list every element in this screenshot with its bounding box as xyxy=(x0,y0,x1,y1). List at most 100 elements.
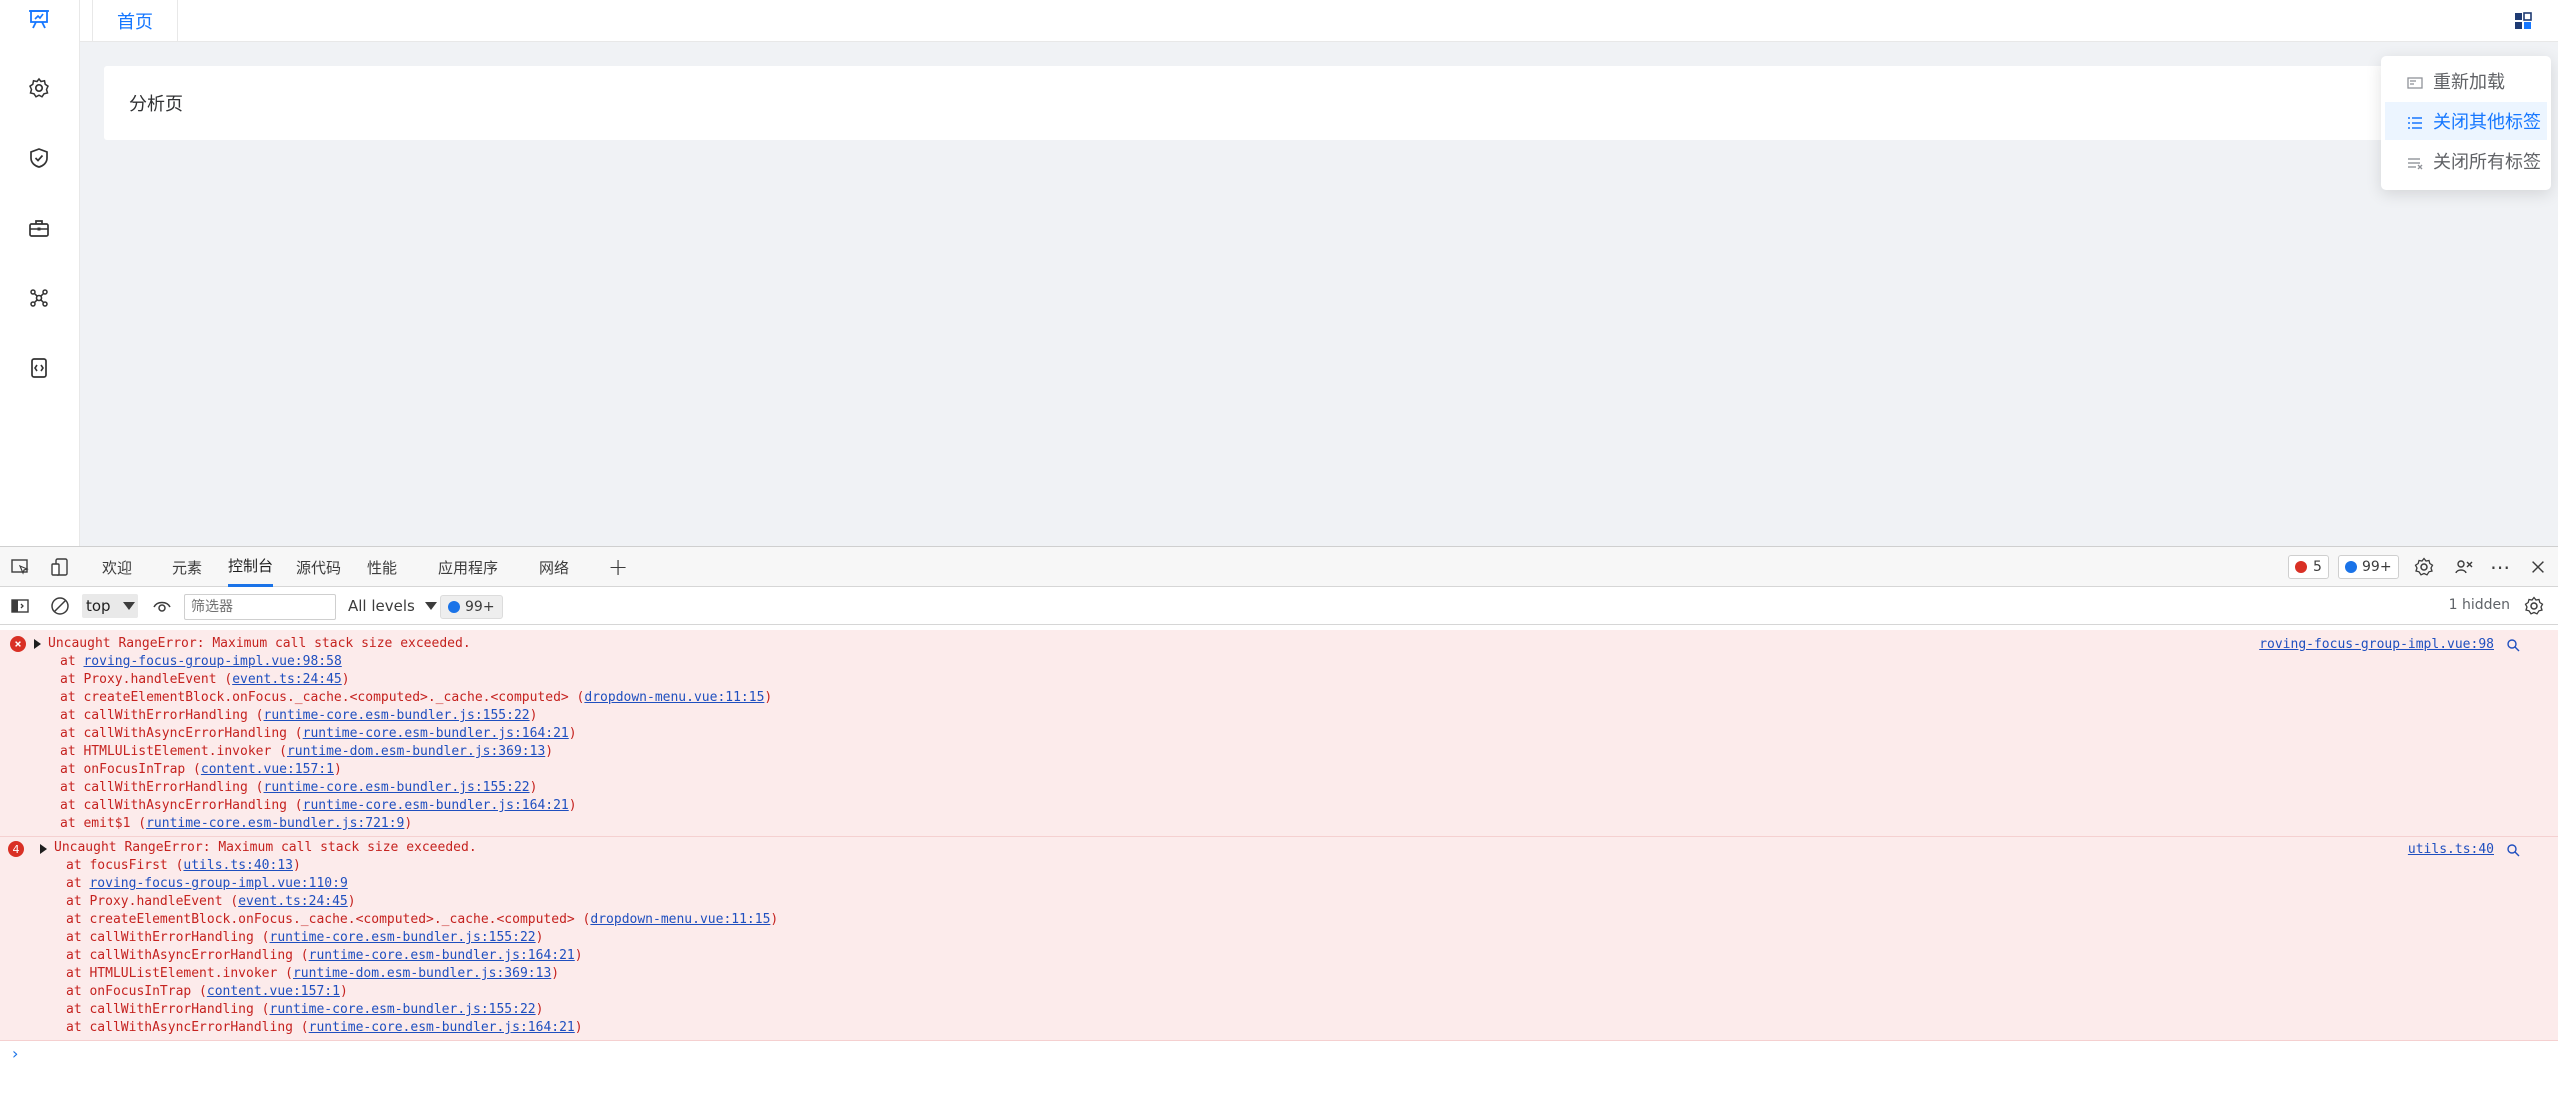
gear-icon[interactable] xyxy=(20,69,58,107)
search-icon[interactable] xyxy=(2506,638,2520,652)
menu-item-label: 关闭所有标签 xyxy=(2433,152,2541,173)
stack-frame-link[interactable]: runtime-core.esm-bundler.js:155:22 xyxy=(270,930,536,945)
tab-dropdown-menu: 重新加载 关闭其他标签 关闭所有标签 xyxy=(2381,56,2551,190)
stack-frame-function: at createElementBlock.onFocus._cache.<co… xyxy=(66,912,591,927)
context-select[interactable]: top xyxy=(82,594,138,618)
bracket-icon[interactable] xyxy=(20,349,58,387)
stack-frame-link[interactable]: content.vue:157:1 xyxy=(207,984,340,999)
stack-frame-link[interactable]: runtime-core.esm-bundler.js:155:22 xyxy=(264,780,530,795)
issues-count: 99+ xyxy=(465,599,495,615)
stack-frame-suffix: ) xyxy=(404,816,413,831)
stack-frame-suffix: ) xyxy=(535,1002,544,1017)
live-expression-eye-icon[interactable] xyxy=(150,594,174,618)
chevron-down-icon xyxy=(424,602,437,610)
stack-frame-link[interactable]: runtime-core.esm-bundler.js:164:21 xyxy=(303,798,569,813)
stack-frame-link[interactable]: utils.ts:40:13 xyxy=(183,858,293,873)
tab-application[interactable]: 应用程序 xyxy=(438,547,498,587)
stack-frame-suffix: ) xyxy=(347,894,356,909)
sidebar-toggle-icon[interactable] xyxy=(8,594,32,618)
stack-frame-function: at onFocusInTrap ( xyxy=(60,762,201,777)
menu-item-close-others[interactable]: 关闭其他标签 xyxy=(2385,102,2547,140)
stack-frame-link[interactable]: runtime-core.esm-bundler.js:155:22 xyxy=(270,1002,536,1017)
more-options-icon[interactable]: ⋯ xyxy=(2488,555,2512,579)
stack-frame-link[interactable]: dropdown-menu.vue:11:15 xyxy=(584,690,764,705)
grid-menu-icon[interactable] xyxy=(2510,8,2536,34)
stack-frame-link[interactable]: runtime-core.esm-bundler.js:155:22 xyxy=(264,708,530,723)
network-icon[interactable] xyxy=(20,279,58,317)
stack-frame-link[interactable]: content.vue:157:1 xyxy=(201,762,334,777)
console-settings-gear-icon[interactable] xyxy=(2522,594,2546,618)
shield-check-icon[interactable] xyxy=(20,139,58,177)
stack-frame-function: at callWithAsyncErrorHandling ( xyxy=(66,948,309,963)
menu-item-label: 关闭其他标签 xyxy=(2433,112,2541,133)
app-window: 首页 分析页 重新加载 关闭其他标签 关闭所有标签 xyxy=(0,0,2558,546)
stack-frame-suffix: ) xyxy=(568,798,577,813)
stack-frame-link[interactable]: dropdown-menu.vue:11:15 xyxy=(590,912,770,927)
stack-frame: at callWithAsyncErrorHandling (runtime-c… xyxy=(66,1019,2558,1037)
menu-item-label: 重新加载 xyxy=(2433,72,2505,93)
tab-home[interactable]: 首页 xyxy=(92,0,178,42)
toolbox-icon[interactable] xyxy=(20,209,58,247)
error-icon xyxy=(2295,561,2307,573)
stack-frame: at roving-focus-group-impl.vue:98:58 xyxy=(60,653,2558,671)
message-count-badge[interactable]: 99+ xyxy=(2338,555,2399,579)
stack-frame-link[interactable]: event.ts:24:45 xyxy=(232,672,342,687)
stack-frame-link[interactable]: runtime-core.esm-bundler.js:164:21 xyxy=(303,726,569,741)
stack-frame-suffix: ) xyxy=(568,726,577,741)
stack-frame-link[interactable]: runtime-dom.esm-bundler.js:369:13 xyxy=(287,744,545,759)
stack-frame-link[interactable]: runtime-dom.esm-bundler.js:369:13 xyxy=(293,966,551,981)
reload-tab-icon xyxy=(2407,74,2423,89)
tab-elements[interactable]: 元素 xyxy=(172,547,202,587)
stack-frame: at Proxy.handleEvent (event.ts:24:45) xyxy=(60,671,2558,689)
stack-frame-suffix: ) xyxy=(574,948,583,963)
source-link[interactable]: utils.ts:40 xyxy=(2408,842,2494,857)
error-count-badge[interactable]: 5 xyxy=(2288,555,2329,579)
tab-welcome[interactable]: 欢迎 xyxy=(102,547,132,587)
issues-count-badge[interactable]: 99+ xyxy=(440,595,503,619)
stack-frame-suffix: ) xyxy=(529,780,538,795)
stack-frame-link[interactable]: roving-focus-group-impl.vue:110:9 xyxy=(89,876,347,891)
stack-frame: at callWithAsyncErrorHandling (runtime-c… xyxy=(66,947,2558,965)
stack-frame-link[interactable]: runtime-core.esm-bundler.js:721:9 xyxy=(146,816,404,831)
device-emulation-icon[interactable] xyxy=(48,555,72,579)
stack-frame-function: at callWithAsyncErrorHandling ( xyxy=(66,1020,309,1035)
log-levels-select[interactable]: All levels xyxy=(348,594,437,618)
stack-frame-link[interactable]: runtime-core.esm-bundler.js:164:21 xyxy=(309,948,575,963)
stack-frame-function: at focusFirst ( xyxy=(66,858,184,873)
menu-item-close-all[interactable]: 关闭所有标签 xyxy=(2385,142,2547,180)
stack-frame-function: at xyxy=(60,654,84,669)
inspect-element-icon[interactable] xyxy=(8,555,32,579)
presentation-icon[interactable] xyxy=(20,0,58,38)
add-tab-button[interactable]: + xyxy=(608,547,628,587)
stack-frame-function: at callWithErrorHandling ( xyxy=(60,780,264,795)
stack-frame-link[interactable]: roving-focus-group-impl.vue:98:58 xyxy=(83,654,341,669)
tab-console[interactable]: 控制台 xyxy=(228,547,274,587)
menu-item-reload[interactable]: 重新加载 xyxy=(2385,62,2547,100)
filter-input[interactable] xyxy=(184,594,336,620)
settings-gear-icon[interactable] xyxy=(2412,555,2436,579)
stack-frame-link[interactable]: runtime-core.esm-bundler.js:164:21 xyxy=(309,1020,575,1035)
close-devtools-icon[interactable] xyxy=(2526,555,2550,579)
stack-frame: at callWithErrorHandling (runtime-core.e… xyxy=(60,779,2558,797)
console-prompt[interactable]: › xyxy=(12,1044,18,1063)
source-link[interactable]: roving-focus-group-impl.vue:98 xyxy=(2259,637,2494,652)
search-icon[interactable] xyxy=(2506,843,2520,857)
stack-frame-link[interactable]: event.ts:24:45 xyxy=(238,894,348,909)
stack-frame-suffix: ) xyxy=(333,762,342,777)
tab-bar: 首页 xyxy=(80,0,2558,42)
stack-frame-suffix: ) xyxy=(545,744,554,759)
message-icon xyxy=(2345,561,2357,573)
stack-frame-suffix: ) xyxy=(535,930,544,945)
tab-sources[interactable]: 源代码 xyxy=(296,547,341,587)
console-toolbar: top All levels 99+ 1 hidden xyxy=(0,587,2558,625)
customize-icon[interactable] xyxy=(2452,555,2476,579)
stack-frame: at callWithAsyncErrorHandling (runtime-c… xyxy=(60,797,2558,815)
stack-frame: at callWithErrorHandling (runtime-core.e… xyxy=(60,707,2558,725)
page-title: 分析页 xyxy=(129,94,183,115)
chevron-down-icon xyxy=(122,602,135,610)
clear-console-icon[interactable] xyxy=(48,594,72,618)
tab-performance[interactable]: 性能 xyxy=(367,547,397,587)
tab-network[interactable]: 网络 xyxy=(539,547,569,587)
message-icon xyxy=(448,601,460,613)
stack-frame-function: at callWithErrorHandling ( xyxy=(66,930,270,945)
